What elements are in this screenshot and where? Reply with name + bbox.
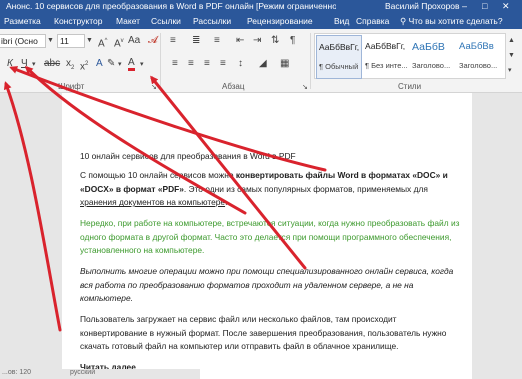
style-no-spacing[interactable]: АаБбВвГг, ¶ Без инте...: [363, 35, 409, 79]
chevron-down-icon[interactable]: ▾: [140, 59, 144, 71]
p1-text-underlined: хранения документов на компьютере: [80, 197, 226, 208]
user-name[interactable]: Василий Прохоров: [385, 1, 460, 11]
sort-icon[interactable]: ⇅: [271, 35, 279, 47]
tab-view[interactable]: Вид: [334, 16, 349, 26]
italic-icon[interactable]: К: [7, 58, 13, 70]
tab-references[interactable]: Ссылки: [151, 16, 181, 26]
p1-text-e: .: [225, 197, 228, 208]
chevron-down-icon[interactable]: ▼: [86, 35, 93, 47]
tab-layout-markup[interactable]: Разметка: [4, 16, 41, 26]
justify-icon[interactable]: ≡: [220, 58, 226, 70]
chevron-down-icon[interactable]: ▾: [32, 59, 36, 71]
subscript-icon[interactable]: x2: [66, 58, 74, 74]
underline-icon[interactable]: Ч: [21, 58, 28, 70]
grow-font-icon[interactable]: A^: [98, 35, 108, 50]
font-name-select[interactable]: ibri (Осно: [0, 34, 46, 48]
shading-icon[interactable]: ◢: [259, 58, 267, 70]
align-center-icon[interactable]: ≡: [188, 58, 194, 70]
align-left-icon[interactable]: ≡: [172, 58, 178, 70]
scroll-down-icon[interactable]: ▼: [508, 50, 515, 62]
group-label-paragraph: Абзац: [222, 82, 245, 91]
style-name: ¶ Без инте...: [365, 61, 408, 70]
tell-me-box[interactable]: ⚲ Что вы хотите сделать?: [400, 16, 503, 27]
paragraph-2: Нередко, при работе на компьютере, встре…: [80, 218, 460, 256]
chevron-down-icon[interactable]: ▾: [118, 59, 122, 71]
minimize-icon[interactable]: –: [462, 1, 467, 12]
style-normal[interactable]: АаБбВвГг, ¶ Обычный: [316, 35, 362, 79]
tab-design[interactable]: Конструктор: [54, 16, 102, 26]
multilevel-list-icon[interactable]: ≡: [214, 35, 220, 47]
title-bar: Анонс. 10 сервисов для преобразования в …: [0, 0, 522, 14]
style-name: ¶ Обычный: [319, 62, 359, 71]
word-count[interactable]: ...ов: 120: [2, 369, 31, 376]
group-label-font: Шрифт: [58, 82, 85, 91]
highlight-icon[interactable]: ✎: [107, 58, 115, 70]
text-effects-icon[interactable]: A: [96, 58, 103, 70]
lightbulb-icon: ⚲: [400, 16, 409, 26]
group-separator: [160, 33, 161, 89]
group-label-styles: Стили: [398, 82, 422, 91]
close-icon[interactable]: ✕: [502, 1, 510, 12]
document-area: 10 онлайн сервисов для преобразования в …: [0, 93, 522, 379]
ribbon: ibri (Осно ▼ 11 ▼ A^ Av Aa 𝓐 К Ч ▾ abc x…: [0, 29, 522, 93]
scroll-up-icon[interactable]: ▲: [508, 35, 515, 47]
shrink-font-icon[interactable]: Av: [114, 35, 124, 50]
p1-text-c: . Это одни из самых популярных форматов,…: [183, 183, 428, 194]
style-sample: АаБбВ: [412, 41, 445, 53]
style-heading-2[interactable]: АаБбВв Заголово...: [457, 35, 503, 79]
pilcrow-icon[interactable]: ¶: [290, 35, 295, 47]
decrease-indent-icon[interactable]: ⇤: [236, 35, 244, 47]
paragraph-3: Выполнить многие операции можно при помо…: [80, 266, 454, 304]
tab-review[interactable]: Рецензирование: [247, 16, 313, 26]
align-right-icon[interactable]: ≡: [204, 58, 210, 70]
style-sample: АаБбВв: [459, 41, 494, 52]
superscript-icon[interactable]: x2: [80, 58, 88, 73]
style-name: Заголово...: [459, 61, 498, 70]
document-page[interactable]: 10 онлайн сервисов для преобразования в …: [62, 93, 472, 379]
increase-indent-icon[interactable]: ⇥: [253, 35, 261, 47]
change-case-icon[interactable]: Aa: [128, 35, 140, 47]
tell-me-text: Что вы хотите сделать?: [408, 16, 503, 26]
language-indicator[interactable]: русский: [70, 369, 95, 376]
font-color-icon[interactable]: A: [128, 58, 135, 71]
window-title: Анонс. 10 сервисов для преобразования в …: [6, 1, 336, 11]
group-separator: [310, 33, 311, 89]
document-heading: 10 онлайн сервисов для преобразования в …: [80, 151, 296, 161]
tab-help[interactable]: Справка: [356, 16, 389, 26]
borders-icon[interactable]: ▦: [280, 58, 289, 70]
p1-text-a: С помощью 10 онлайн сервисов можно: [80, 170, 236, 180]
paragraph-4: Пользователь загружает на сервис файл ил…: [80, 314, 447, 352]
status-bar: ...ов: 120 русский: [0, 369, 200, 379]
styles-gallery: АаБбВвГг, ¶ Обычный АаБбВвГг, ¶ Без инте…: [314, 33, 506, 79]
more-styles-icon[interactable]: ▾: [508, 65, 512, 77]
paragraph-1: С помощью 10 онлайн сервисов можно конве…: [80, 169, 460, 210]
style-sample: АаБбВвГг,: [365, 41, 406, 51]
maximize-icon[interactable]: □: [482, 1, 487, 12]
line-spacing-icon[interactable]: ↕: [238, 58, 243, 70]
chevron-down-icon[interactable]: ▼: [47, 35, 54, 47]
bullets-icon[interactable]: ≡: [170, 35, 176, 47]
style-name: Заголово...: [412, 61, 451, 70]
strikethrough-icon[interactable]: abc: [44, 58, 60, 70]
clear-format-icon[interactable]: 𝓐: [148, 35, 158, 47]
tab-layout[interactable]: Макет: [116, 16, 140, 26]
style-sample: АаБбВвГг,: [319, 42, 360, 52]
tab-mailings[interactable]: Рассылки: [193, 16, 231, 26]
font-size-select[interactable]: 11: [57, 34, 85, 48]
style-heading-1[interactable]: АаБбВ Заголово...: [410, 35, 456, 79]
ribbon-tabs: Разметка Конструктор Макет Ссылки Рассыл…: [0, 14, 522, 29]
numbering-icon[interactable]: ≣: [192, 35, 200, 47]
